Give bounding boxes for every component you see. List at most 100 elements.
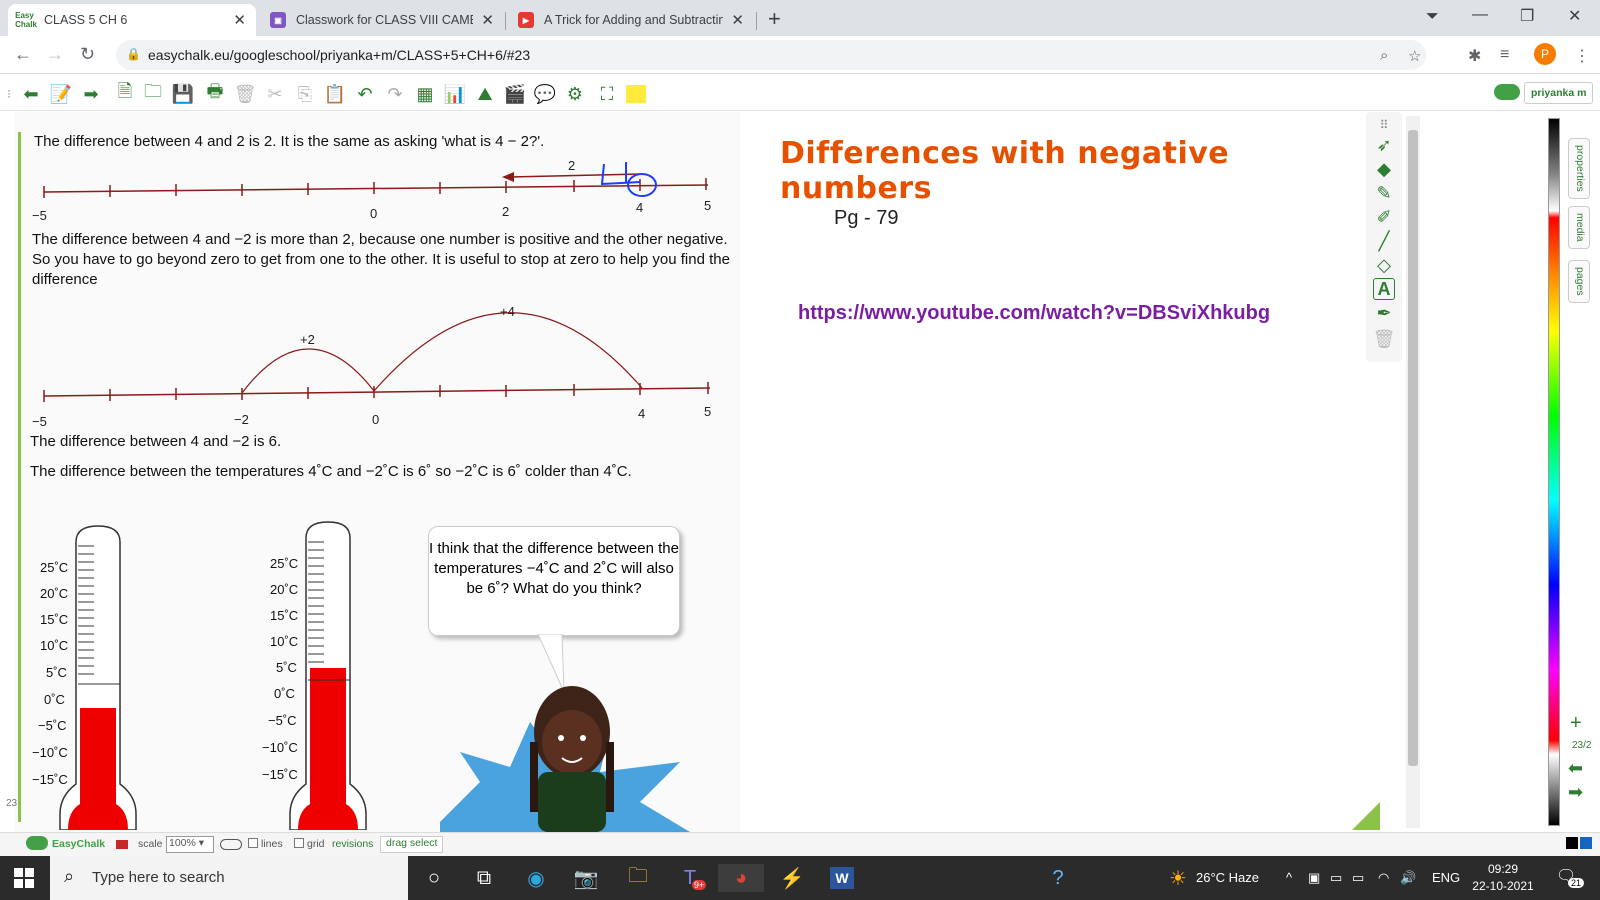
url-text[interactable]: easychalk.eu/googleschool/priyanka+m/CLA…: [148, 47, 530, 63]
drag-select-button[interactable]: drag select: [380, 836, 444, 853]
reload-icon[interactable]: ↻: [80, 44, 95, 65]
minimize-icon[interactable]: —: [1472, 6, 1488, 24]
save-icon[interactable]: 💾: [172, 83, 194, 105]
weather-text[interactable]: 26°C Haze: [1196, 870, 1259, 885]
teams-icon[interactable]: T 9+: [676, 864, 707, 892]
wifi-icon[interactable]: ◠: [1378, 870, 1389, 886]
chrome-icon[interactable]: ◕: [718, 864, 764, 892]
zoom-icon[interactable]: ⌕: [1380, 47, 1388, 64]
print-icon[interactable]: 🖶: [204, 81, 226, 105]
lines-checkbox[interactable]: [248, 838, 258, 848]
pen-icon[interactable]: ✎: [1373, 182, 1395, 204]
new-tab-icon[interactable]: +: [768, 6, 781, 32]
tab-classwork[interactable]: ▣ Classwork for CLASS VIII CAMBRI ✕: [260, 4, 504, 36]
profile-avatar[interactable]: P: [1534, 43, 1556, 65]
page-notes-icon[interactable]: 📝: [50, 83, 72, 105]
prev-page-arrow-icon[interactable]: ⬅: [1568, 758, 1583, 779]
redo-icon[interactable]: ↷: [384, 83, 406, 105]
line-tool-icon[interactable]: ╱: [1373, 230, 1395, 252]
highlighter-icon[interactable]: ✐: [1373, 206, 1395, 228]
camera-icon[interactable]: 📷: [572, 864, 600, 892]
taskbar-search[interactable]: ⌕ Type here to search: [50, 856, 408, 900]
grid-option[interactable]: grid: [294, 838, 325, 850]
show-hidden-icons[interactable]: ^: [1286, 870, 1292, 885]
file-explorer-icon[interactable]: 🗀: [624, 864, 652, 892]
tab-youtube-trick[interactable]: ▶ A Trick for Adding and Subtractin ✕: [508, 4, 754, 36]
next-page-icon[interactable]: ➡: [80, 83, 102, 105]
close-tab-icon[interactable]: ✕: [731, 11, 744, 29]
restore-icon[interactable]: ❐: [1520, 6, 1534, 26]
paste-icon[interactable]: 📋: [324, 83, 346, 105]
color-black-swatch[interactable]: [1566, 837, 1578, 849]
comment-bubble-icon[interactable]: 💬: [534, 83, 556, 105]
user-badge[interactable]: priyanka m: [1524, 82, 1594, 104]
clock[interactable]: 09:29 22-10-2021: [1470, 861, 1536, 895]
color-picker-strip[interactable]: [1548, 118, 1560, 826]
bar-chart-icon[interactable]: 📊: [444, 83, 466, 105]
lines-option[interactable]: lines: [248, 838, 283, 850]
color-blue-swatch[interactable]: [1580, 837, 1592, 849]
grid-checkbox[interactable]: [294, 838, 304, 848]
youtube-link[interactable]: https://www.youtube.com/watch?v=DBSviXhk…: [798, 302, 1270, 325]
cloud-sync-icon[interactable]: [1494, 84, 1520, 100]
trash-icon[interactable]: 🗑: [1373, 328, 1396, 350]
copy-icon[interactable]: ⎘: [294, 83, 316, 105]
select-arrow-icon[interactable]: ➶: [1373, 134, 1395, 156]
display-icon[interactable]: ▭: [1330, 870, 1342, 886]
task-view-icon[interactable]: ⧉: [470, 864, 498, 892]
word-icon[interactable]: W: [830, 867, 854, 889]
previous-page-icon[interactable]: ⬅: [20, 83, 42, 105]
close-tab-icon[interactable]: ✕: [233, 11, 246, 29]
whiteboard-canvas[interactable]: The difference between 4 and 2 is 2. It …: [0, 112, 1380, 832]
undo-icon[interactable]: ↶: [354, 83, 376, 105]
meet-now-icon[interactable]: ▣: [1308, 870, 1320, 886]
media-icon[interactable]: 🎬: [504, 83, 526, 105]
next-page-arrow-icon[interactable]: ➡: [1568, 782, 1583, 803]
presentation-icon[interactable]: ⛶: [596, 83, 618, 105]
image-icon[interactable]: ⛰: [474, 83, 496, 105]
palette-grip-icon[interactable]: ⠿: [1373, 114, 1395, 136]
tab-media[interactable]: media: [1568, 206, 1590, 249]
back-arrow-icon[interactable]: ←: [14, 44, 32, 65]
close-tab-icon[interactable]: ✕: [481, 11, 494, 29]
new-document-icon[interactable]: 🗎: [114, 81, 136, 105]
volume-icon[interactable]: 🔊: [1400, 870, 1416, 886]
url-omnibox[interactable]: 🔒 easychalk.eu/googleschool/priyanka+m/C…: [116, 40, 1426, 70]
weather-icon[interactable]: ☀: [1164, 864, 1192, 892]
vertical-scrollbar[interactable]: [1406, 116, 1420, 828]
chrome-menu-icon[interactable]: ⋮: [1574, 46, 1590, 66]
tab-pages[interactable]: pages: [1568, 260, 1590, 303]
widgets-icon[interactable]: ⚙: [564, 83, 586, 105]
cut-icon[interactable]: ✂: [264, 83, 286, 105]
acrobat-icon[interactable]: ⚡: [778, 864, 806, 892]
language-indicator[interactable]: ENG: [1432, 870, 1460, 885]
add-page-icon[interactable]: +: [1570, 712, 1582, 735]
tab-class-5-ch-6[interactable]: Easy Chalk CLASS 5 CH 6 ✕: [8, 4, 256, 36]
window-close-icon[interactable]: ✕: [1568, 6, 1581, 26]
toggle-switch[interactable]: [220, 839, 242, 850]
pen-text-icon[interactable]: ✒: [1373, 302, 1395, 324]
open-folder-icon[interactable]: 🗀: [142, 81, 164, 105]
scale-select[interactable]: 100% ▾: [166, 836, 214, 853]
windows-start-icon[interactable]: [14, 868, 34, 888]
edge-icon[interactable]: ◉: [522, 864, 550, 892]
battery-icon[interactable]: ▭: [1352, 870, 1364, 886]
delete-icon[interactable]: 🗑: [234, 83, 257, 105]
reading-list-icon[interactable]: ≡: [1500, 46, 1509, 64]
table-grid-icon[interactable]: ▦: [414, 83, 436, 105]
shapes-icon[interactable]: ◇: [1373, 254, 1395, 276]
tab-search-icon[interactable]: ⏷: [1426, 8, 1439, 26]
highlight-color-swatch[interactable]: [626, 85, 646, 103]
scrollbar-thumb[interactable]: [1408, 130, 1418, 766]
flag-icon[interactable]: [116, 840, 128, 849]
extensions-puzzle-icon[interactable]: ✱: [1468, 46, 1481, 66]
forward-arrow-icon[interactable]: →: [46, 44, 64, 65]
tab-properties[interactable]: properties: [1568, 138, 1590, 199]
toolbar-grip-icon[interactable]: ⁝: [4, 83, 14, 105]
help-icon[interactable]: ?: [1044, 864, 1072, 892]
text-tool-icon[interactable]: A: [1373, 278, 1395, 300]
bookmark-star-icon[interactable]: ☆: [1408, 47, 1421, 65]
cortana-icon[interactable]: ○: [420, 864, 448, 892]
revisions-link[interactable]: revisions: [332, 838, 373, 850]
page-corner-icon[interactable]: [1352, 802, 1380, 830]
